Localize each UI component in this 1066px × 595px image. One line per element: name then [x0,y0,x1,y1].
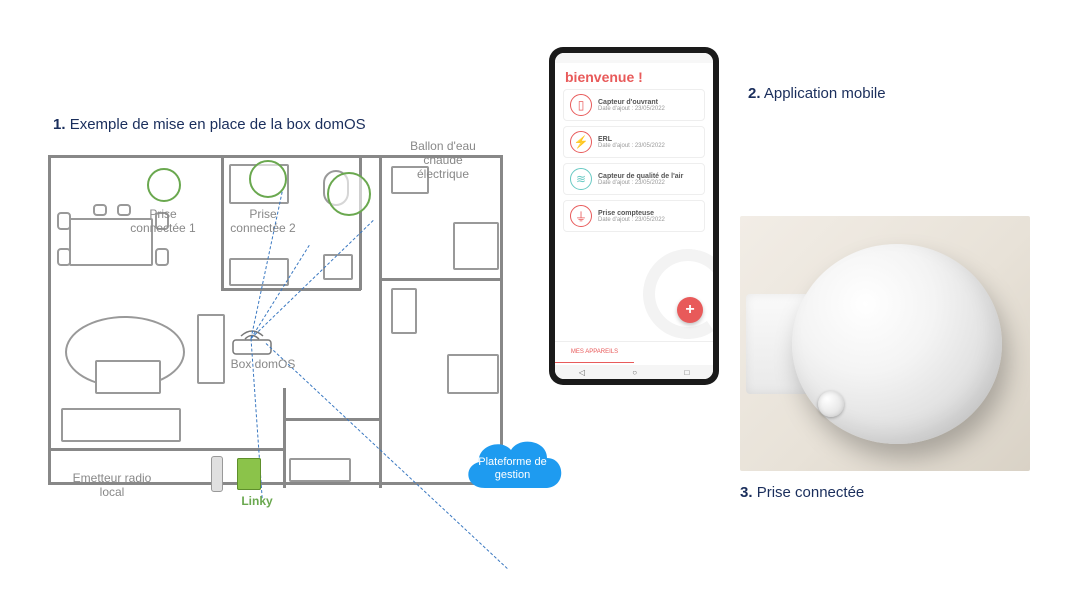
device-name: ERL [598,136,665,143]
cloud-label: Plateforme de gestion [455,428,570,506]
caption-1: 1. Exemple de mise en place de la box do… [53,116,366,133]
door-sensor-icon: ▯ [570,94,592,116]
phone-android-nav: ◁ ○ □ [555,365,713,379]
caption-3-text: Prise connectée [757,484,865,501]
device-name: Capteur d'ouvrant [598,99,665,106]
nav-home-icon[interactable]: ○ [632,368,637,377]
phone-screen: bienvenue ! ▯ Capteur d'ouvrant Date d'a… [555,53,713,379]
label-linky: Linky [232,495,282,509]
brand-c-icon [636,242,713,346]
caption-1-num: 1. [53,116,66,133]
caption-3: 3. Prise connectée [740,484,864,501]
label-box: Box domOS [218,358,308,372]
phone-statusbar [555,53,713,63]
add-device-button[interactable]: + [677,297,703,323]
phone-mockup: bienvenue ! ▯ Capteur d'ouvrant Date d'a… [549,47,719,385]
device-name: Prise compteuse [598,210,665,217]
cloud-platform: Plateforme de gestion [455,428,570,506]
device-item[interactable]: ⏚ Prise compteuse Date d'ajout : 23/05/2… [563,200,705,232]
label-emetteur: Emetteur radio local [52,472,172,500]
floorplan [48,155,503,485]
plug-power-button [818,391,844,417]
device-list: ▯ Capteur d'ouvrant Date d'ajout : 23/05… [555,89,713,237]
ballon-icon [327,172,371,216]
air-quality-icon: ≋ [570,168,592,190]
device-date: Date d'ajout : 23/05/2022 [598,217,665,223]
caption-3-num: 3. [740,484,753,501]
device-date: Date d'ajout : 23/05/2022 [598,143,665,149]
connected-plug-photo [740,216,1030,471]
device-item[interactable]: ▯ Capteur d'ouvrant Date d'ajout : 23/05… [563,89,705,121]
caption-2-text: Application mobile [764,85,886,102]
device-date: Date d'ajout : 23/05/2022 [598,180,683,186]
device-item[interactable]: ⚡ ERL Date d'ajout : 23/05/2022 [563,126,705,158]
prise-1-icon [147,168,181,202]
erl-icon: ⚡ [570,131,592,153]
nav-recent-icon[interactable]: □ [684,368,689,377]
tab-my-devices[interactable]: MES APPAREILS [555,342,634,363]
caption-2: 2. Application mobile [748,85,886,102]
linky-icon [237,458,261,490]
caption-1-text: Exemple de mise en place de la box domOS [70,116,366,133]
label-ballon: Ballon d'eau chaude électrique [388,140,498,181]
phone-tabs: MES APPAREILS [555,341,713,363]
label-prise1: Prise connectée 1 [118,208,208,236]
nav-back-icon[interactable]: ◁ [579,368,585,377]
caption-2-num: 2. [748,85,761,102]
label-prise2: Prise connectée 2 [218,208,308,236]
device-item[interactable]: ≋ Capteur de qualité de l'air Date d'ajo… [563,163,705,195]
plug-meter-icon: ⏚ [570,205,592,227]
device-date: Date d'ajout : 23/05/2022 [598,106,665,112]
device-name: Capteur de qualité de l'air [598,173,683,180]
antenna-icon [211,456,223,492]
tab-other[interactable] [634,342,713,363]
app-welcome: bienvenue ! [555,63,713,89]
